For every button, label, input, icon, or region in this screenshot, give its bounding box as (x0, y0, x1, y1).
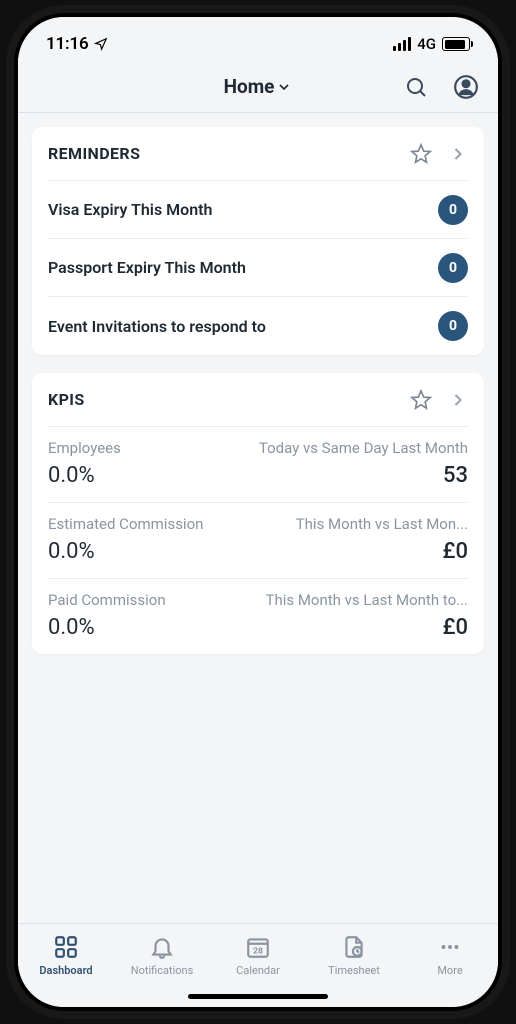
more-icon (437, 934, 463, 960)
status-bar: 11:16 4G (18, 17, 498, 61)
kpi-value-right: £0 (443, 539, 468, 564)
kpi-value-left: 0.0% (48, 615, 95, 640)
count-badge: 0 (438, 195, 468, 225)
battery-icon (442, 37, 470, 51)
count-badge: 0 (438, 253, 468, 283)
tab-timesheet[interactable]: Timesheet (306, 934, 402, 977)
tab-label: Timesheet (328, 964, 380, 977)
dashboard-icon (53, 934, 79, 960)
reminders-header[interactable]: REMINDERS (48, 127, 468, 181)
profile-button[interactable] (452, 73, 480, 101)
kpi-value-right: 53 (443, 463, 468, 488)
tab-label: Calendar (236, 964, 280, 977)
chevron-down-icon (276, 79, 292, 95)
reminders-title: REMINDERS (48, 144, 140, 163)
kpis-card: KPIS Employees Today vs Same Day Last Mo… (32, 373, 484, 654)
tab-calendar[interactable]: 28 Calendar (210, 934, 306, 977)
profile-icon (453, 74, 479, 100)
status-time-text: 11:16 (46, 34, 88, 54)
tab-more[interactable]: More (402, 934, 498, 977)
chevron-right-icon[interactable] (448, 390, 468, 410)
svg-text:28: 28 (253, 947, 263, 957)
count-badge: 0 (438, 311, 468, 341)
chevron-right-icon[interactable] (448, 144, 468, 164)
header-title-dropdown[interactable]: Home (224, 75, 293, 98)
kpi-label: Estimated Commission (48, 515, 203, 533)
signal-icon (393, 37, 411, 51)
kpi-row-employees[interactable]: Employees Today vs Same Day Last Month 0… (48, 427, 468, 503)
search-button[interactable] (402, 73, 430, 101)
reminder-row-events[interactable]: Event Invitations to respond to 0 (48, 297, 468, 355)
reminder-label: Event Invitations to respond to (48, 317, 266, 336)
search-icon (404, 75, 428, 99)
kpis-header[interactable]: KPIS (48, 373, 468, 427)
phone-frame: 11:16 4G Home REMINDERS (18, 17, 498, 1007)
calendar-icon: 28 (245, 934, 271, 960)
network-label: 4G (417, 35, 436, 53)
tab-notifications[interactable]: Notifications (114, 934, 210, 977)
kpi-comparison: Today vs Same Day Last Month (259, 439, 468, 457)
bell-icon (149, 934, 175, 960)
star-icon[interactable] (410, 389, 432, 411)
status-right: 4G (393, 35, 470, 53)
location-icon (94, 37, 108, 51)
app-header: Home (18, 61, 498, 113)
tab-dashboard[interactable]: Dashboard (18, 934, 114, 977)
timesheet-icon (341, 934, 367, 960)
kpi-comparison: This Month vs Last Month to... (266, 591, 469, 609)
kpi-comparison: This Month vs Last Mon... (296, 515, 468, 533)
kpi-row-est-commission[interactable]: Estimated Commission This Month vs Last … (48, 503, 468, 579)
kpis-title: KPIS (48, 390, 85, 409)
kpi-row-paid-commission[interactable]: Paid Commission This Month vs Last Month… (48, 579, 468, 654)
kpi-value-right: £0 (443, 615, 468, 640)
content-scroll[interactable]: REMINDERS Visa Expiry This Month 0 Passp… (18, 113, 498, 923)
reminder-row-passport[interactable]: Passport Expiry This Month 0 (48, 239, 468, 297)
home-indicator[interactable] (188, 994, 328, 999)
reminders-card: REMINDERS Visa Expiry This Month 0 Passp… (32, 127, 484, 355)
tab-label: Dashboard (39, 964, 92, 977)
kpi-value-left: 0.0% (48, 539, 95, 564)
kpi-value-left: 0.0% (48, 463, 95, 488)
reminder-row-visa[interactable]: Visa Expiry This Month 0 (48, 181, 468, 239)
header-title-text: Home (224, 75, 275, 98)
status-time: 11:16 (46, 34, 108, 54)
kpi-label: Employees (48, 439, 121, 457)
tab-label: Notifications (131, 964, 194, 977)
reminder-label: Visa Expiry This Month (48, 200, 212, 219)
reminder-label: Passport Expiry This Month (48, 258, 246, 277)
tab-label: More (437, 964, 462, 977)
star-icon[interactable] (410, 143, 432, 165)
kpi-label: Paid Commission (48, 591, 166, 609)
